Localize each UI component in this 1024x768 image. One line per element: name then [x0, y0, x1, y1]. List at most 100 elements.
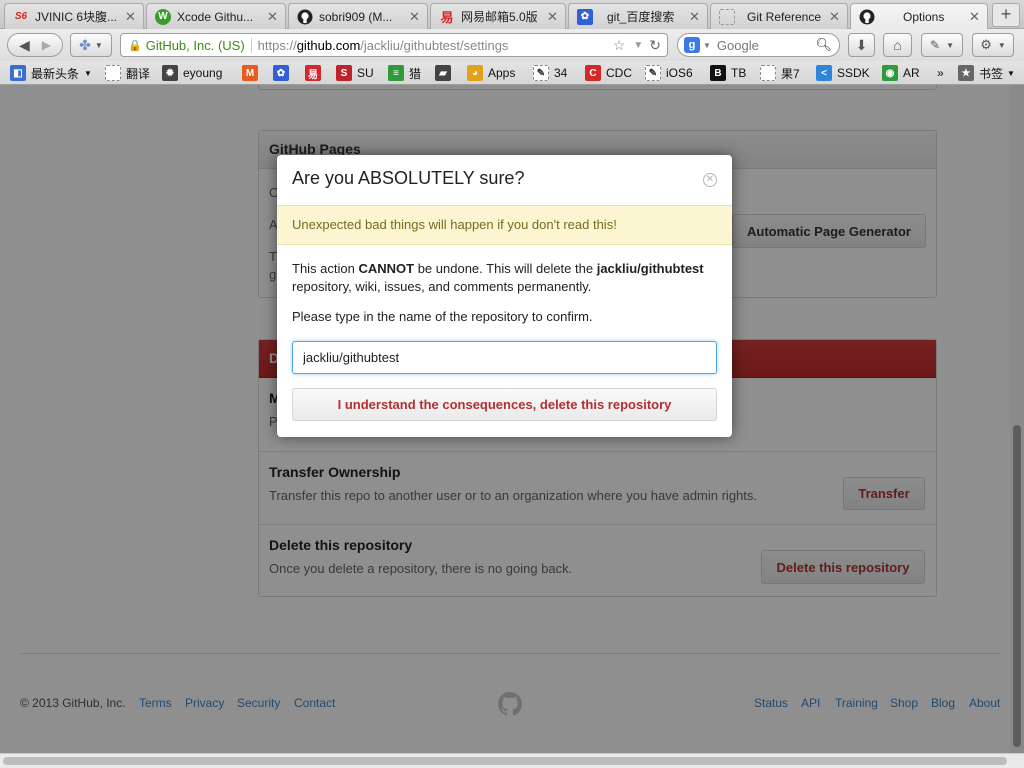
- url-path: /jackliu/githubtest/settings: [360, 37, 509, 53]
- horizontal-scrollbar[interactable]: [0, 753, 1024, 768]
- addon-icon: ✎: [930, 38, 941, 52]
- browser-tab[interactable]: ✿ git_百度搜索 ✕: [568, 3, 708, 29]
- bookmark-item[interactable]: 翻译: [105, 64, 150, 82]
- browser-tab[interactable]: Git Reference ✕: [710, 3, 848, 29]
- bookmark-item[interactable]: C CDC: [585, 64, 632, 82]
- chevron-down-icon: ▼: [946, 40, 954, 50]
- tab-title: git_百度搜索: [607, 10, 675, 24]
- vertical-scrollbar[interactable]: [1010, 85, 1024, 753]
- bookmark-label: TB: [731, 66, 747, 80]
- blank-page-icon: [105, 65, 121, 81]
- tab-close-icon[interactable]: ✕: [409, 9, 421, 25]
- bookmarks-menu-label: 书签: [979, 66, 1004, 81]
- tab-title: sobri909 (M...: [319, 9, 393, 24]
- netease-icon: 易: [305, 65, 321, 81]
- tab-close-icon[interactable]: ✕: [267, 9, 279, 25]
- browser-tab-active[interactable]: Options ✕: [850, 3, 988, 29]
- bookmarks-overflow-chevron-icon[interactable]: »: [937, 64, 944, 82]
- browser-tab[interactable]: 易 网易邮箱5.0版 ✕: [430, 3, 566, 29]
- close-icon[interactable]: ✕: [703, 173, 717, 187]
- bookmark-item[interactable]: ◉ AR: [882, 64, 920, 82]
- repository-name-confirm-input[interactable]: [292, 341, 717, 374]
- tab-close-icon[interactable]: ✕: [829, 9, 841, 25]
- script-icon: ✎: [645, 65, 661, 81]
- bookmark-item[interactable]: ✎ 34: [533, 64, 567, 82]
- home-button[interactable]: ⌂: [883, 33, 912, 57]
- bookmark-item[interactable]: S SU: [336, 64, 374, 82]
- bookmark-label: eyoung: [183, 66, 223, 80]
- chevron-down-icon[interactable]: ▼: [633, 40, 643, 51]
- confirm-prompt: Please type in the name of the repositor…: [292, 309, 593, 324]
- bookmark-item[interactable]: 果7: [760, 64, 800, 82]
- blank-page-icon: [719, 8, 735, 25]
- chevron-down-icon[interactable]: ▼: [703, 41, 711, 50]
- search-input[interactable]: Google: [717, 38, 759, 53]
- bookmark-item[interactable]: ✹ eyoung: [162, 64, 222, 82]
- bookmarks-toolbar: ◧ 最新头条 ▼ 翻译 ✹ eyoung M ✿ 易 S SU ≡ 猎 ▰ ◕ Apps ✎ 34 C CDC ✎ iOS…: [0, 61, 1024, 85]
- bookmark-tools-button[interactable]: ✤ ▼: [70, 33, 112, 57]
- bookmark-item[interactable]: < SSDK: [816, 64, 870, 82]
- bookmark-item[interactable]: 易: [305, 64, 326, 82]
- tab-title: Xcode Githu...: [177, 9, 254, 24]
- tab-close-icon[interactable]: ✕: [547, 9, 559, 25]
- baidu-paw-icon: ✿: [273, 65, 289, 81]
- chevron-down-icon: ▼: [84, 68, 92, 78]
- browser-tab[interactable]: S6 JVINIC 6块腹... ✕: [4, 3, 144, 29]
- bookmark-item[interactable]: ◕ Apps: [467, 64, 515, 82]
- back-arrow-icon[interactable]: ◀: [19, 37, 30, 54]
- new-tab-button[interactable]: +: [992, 3, 1020, 27]
- chevron-down-icon: ▼: [94, 40, 103, 50]
- downloads-button[interactable]: ⬇: [848, 33, 875, 57]
- bookmark-label: Apps: [488, 66, 516, 80]
- s-icon: S: [336, 65, 352, 81]
- bookmarks-menu[interactable]: ★ 书签 ▼: [958, 64, 1015, 82]
- blank-page-icon: [760, 65, 776, 81]
- addon-button[interactable]: ✎ ▼: [921, 33, 963, 57]
- bookmark-item[interactable]: M: [242, 64, 263, 82]
- bookmark-label: SSDK: [837, 66, 870, 80]
- dialog-description: This action CANNOT be undone. This will …: [292, 261, 704, 294]
- share-icon: <: [816, 65, 832, 81]
- lock-icon: 🔒: [128, 39, 142, 52]
- google-icon: g: [684, 37, 700, 53]
- bookmark-label: AR: [903, 66, 920, 80]
- horizontal-scroll-thumb[interactable]: [3, 757, 1007, 765]
- search-bar[interactable]: g ▼ Google 🔍︎: [677, 33, 840, 57]
- vertical-scroll-thumb[interactable]: [1013, 425, 1021, 747]
- chevron-down-icon: ▼: [997, 40, 1006, 50]
- bookmark-item[interactable]: ✿: [273, 64, 294, 82]
- netease-icon: 易: [440, 10, 454, 25]
- confirm-delete-button[interactable]: I understand the consequences, delete th…: [292, 388, 717, 421]
- s6-icon: S6: [14, 11, 28, 22]
- address-bar[interactable]: 🔒 GitHub, Inc. (US) https://github.com/j…: [120, 33, 668, 57]
- tab-title: JVINIC 6块腹...: [35, 10, 118, 24]
- bookmark-label: 猎: [409, 66, 422, 81]
- star-icon[interactable]: ☆: [613, 37, 626, 54]
- site-identity-label[interactable]: GitHub, Inc. (US): [146, 37, 252, 53]
- back-forward-buttons[interactable]: ◀ ▶: [7, 33, 63, 57]
- browser-tab[interactable]: sobri909 (M... ✕: [288, 3, 428, 29]
- bookmark-item[interactable]: ◧ 最新头条 ▼: [10, 64, 92, 82]
- bookmark-item[interactable]: ✎ iOS6: [645, 64, 693, 82]
- browser-tab-strip: S6 JVINIC 6块腹... ✕ W Xcode Githu... ✕ so…: [0, 0, 1024, 29]
- reload-icon[interactable]: ↻: [649, 37, 661, 54]
- forward-arrow-icon[interactable]: ▶: [42, 38, 51, 52]
- bookmark-label: CDC: [606, 66, 632, 80]
- home-icon: ⌂: [893, 37, 902, 53]
- tab-close-icon[interactable]: ✕: [969, 9, 981, 25]
- script-icon: ✎: [533, 65, 549, 81]
- search-icon[interactable]: 🔍︎: [815, 37, 832, 53]
- browser-navigation-bar: ◀ ▶ ✤ ▼ 🔒 GitHub, Inc. (US) https://gith…: [0, 29, 1024, 61]
- bookmark-label: 果7: [781, 66, 800, 81]
- baidu-paw-icon: ✿: [577, 8, 593, 25]
- w-icon: W: [155, 8, 171, 25]
- bookmark-item[interactable]: B TB: [710, 64, 746, 82]
- magento-icon: M: [242, 65, 258, 81]
- url-protocol: https://: [257, 37, 297, 53]
- browser-tab[interactable]: W Xcode Githu... ✕: [146, 3, 286, 29]
- bookmark-item[interactable]: ▰: [435, 64, 456, 82]
- menu-button[interactable]: ⚙ ▼: [972, 33, 1014, 57]
- tab-close-icon[interactable]: ✕: [689, 9, 701, 25]
- tab-close-icon[interactable]: ✕: [125, 9, 137, 25]
- bookmark-item[interactable]: ≡ 猎: [388, 64, 421, 82]
